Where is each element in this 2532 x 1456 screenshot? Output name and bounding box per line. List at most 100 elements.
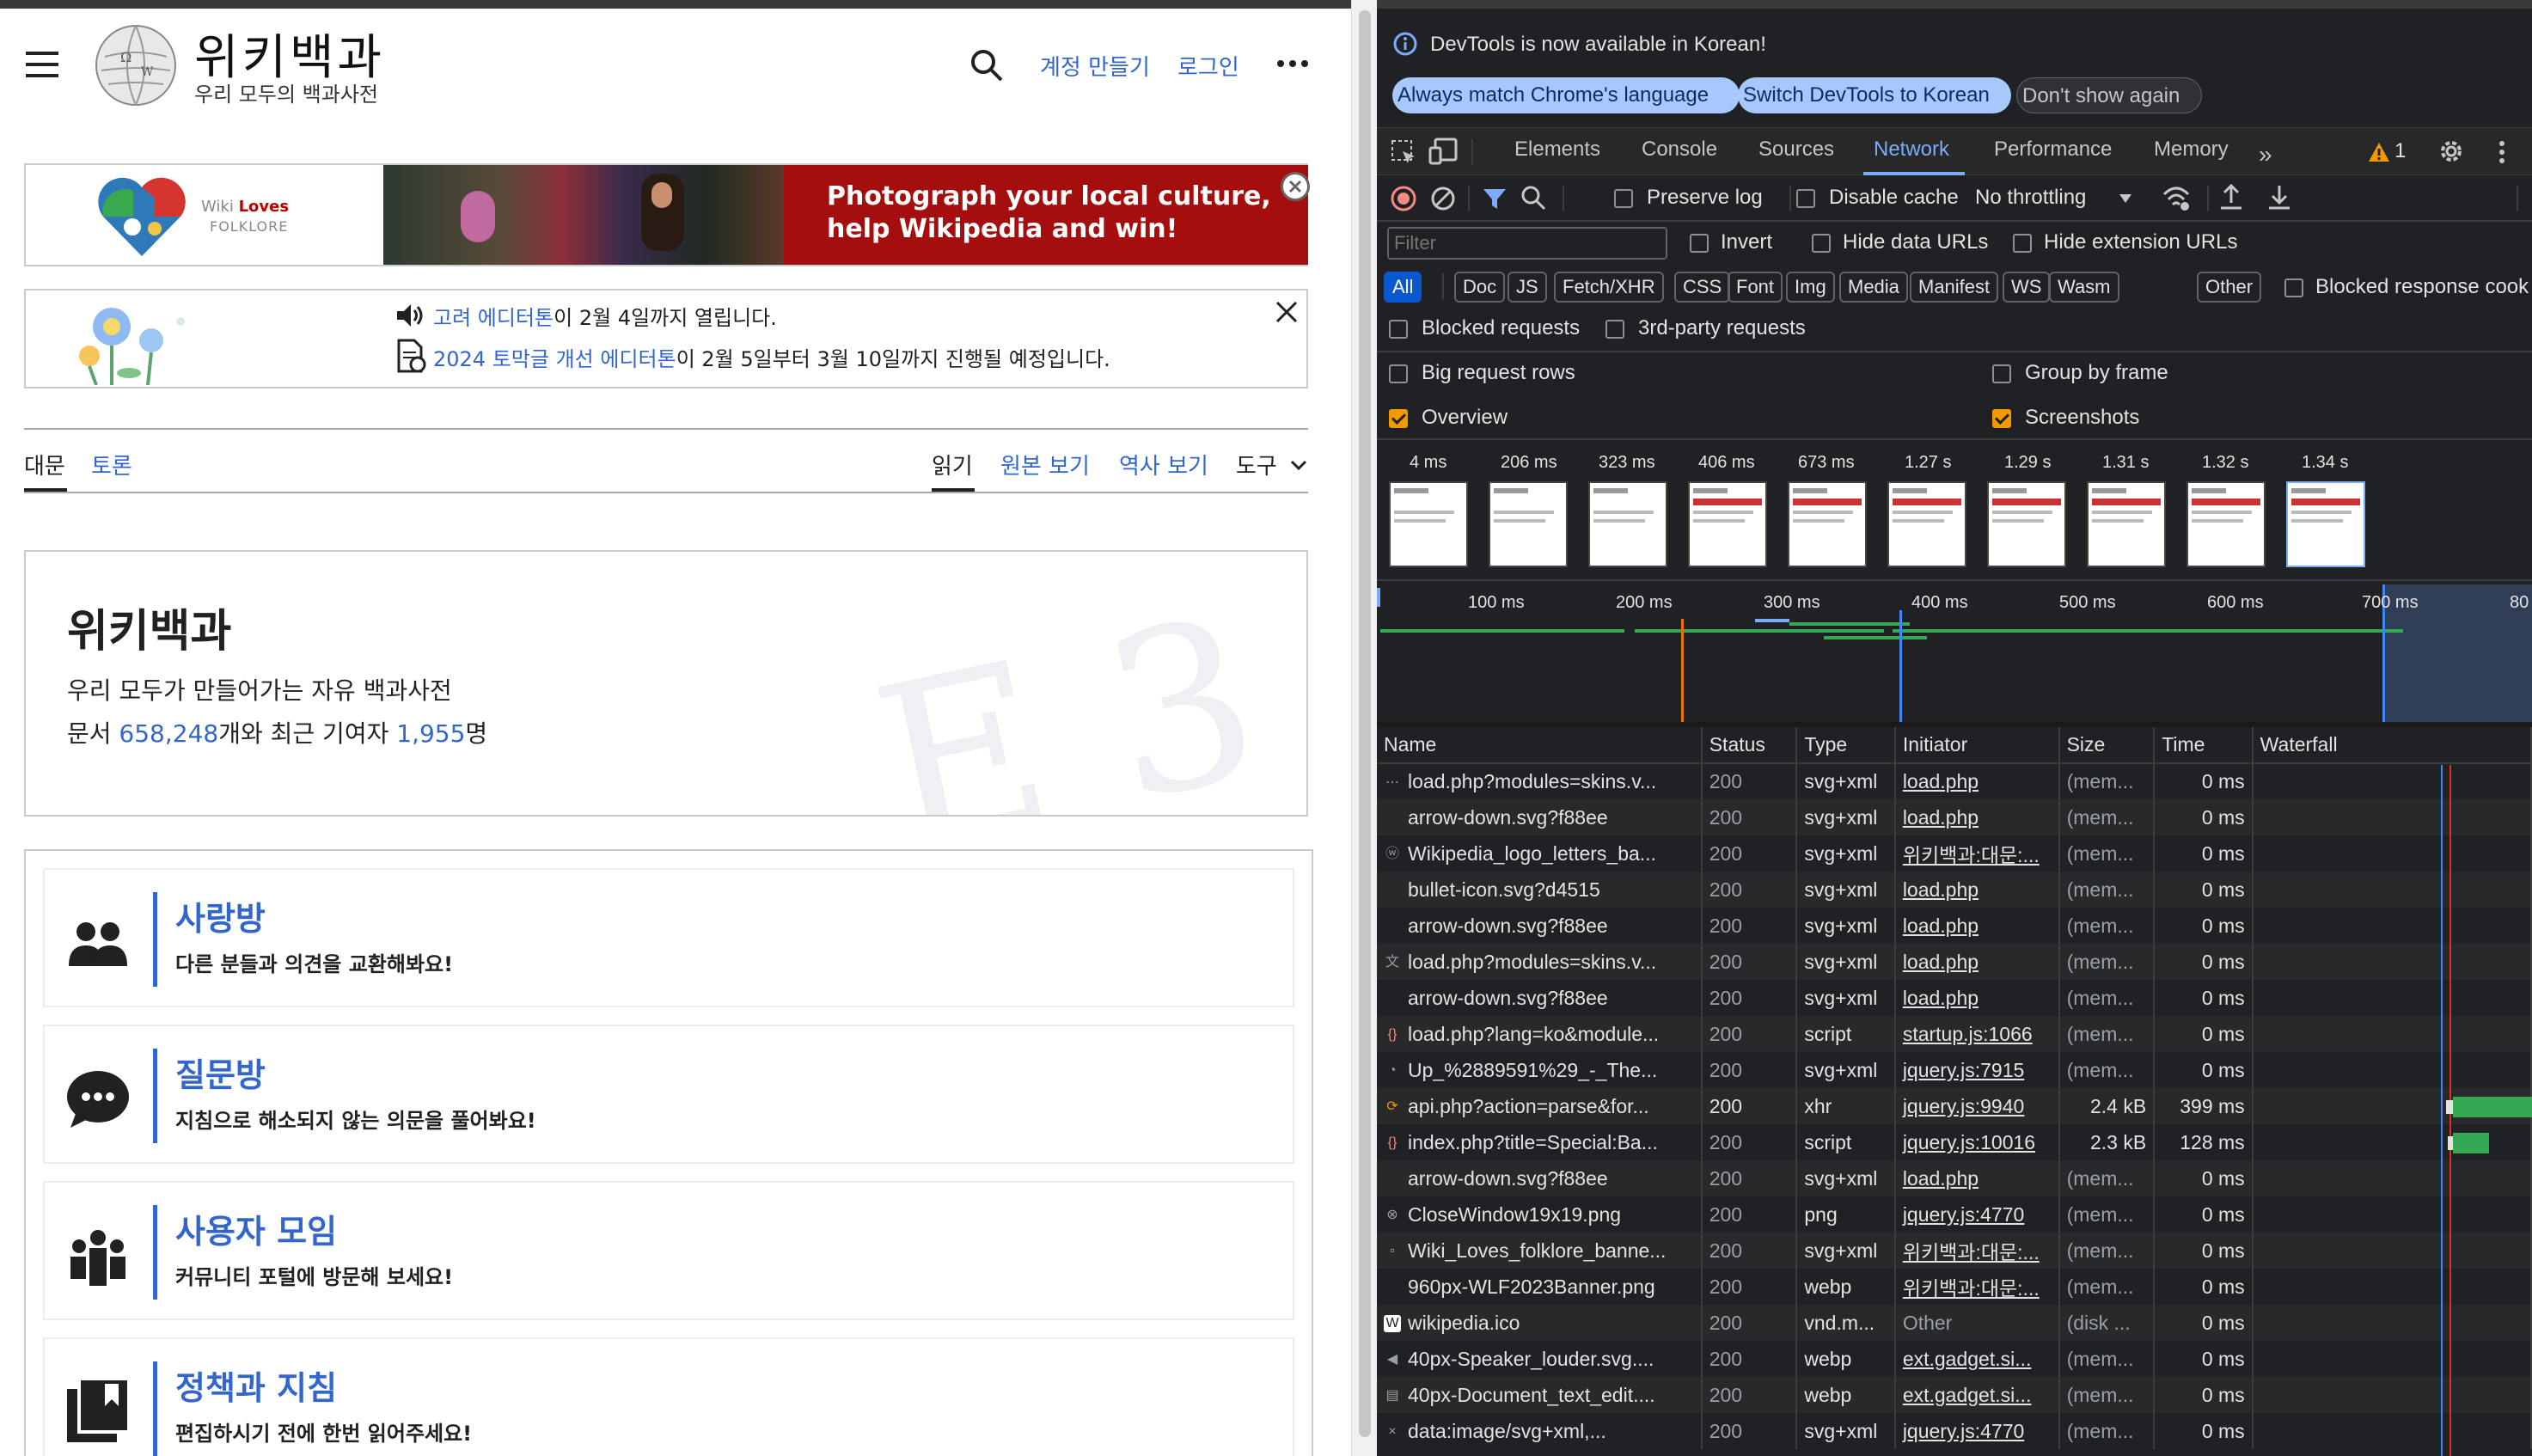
request-initiator[interactable]: load.php bbox=[1894, 908, 2060, 944]
request-name[interactable]: arrow-down.svg?f88ee bbox=[1377, 799, 1703, 835]
filmstrip-screenshot[interactable] bbox=[1887, 481, 1966, 567]
throttling-dropdown-icon[interactable] bbox=[2118, 193, 2133, 205]
table-row[interactable]: ⊗ CloseWindow19x19.png 200 png jquery.js:477… bbox=[1377, 1196, 2532, 1233]
table-row[interactable]: {} index.php?title=Special:Ba... 200 script… bbox=[1377, 1124, 2532, 1160]
community-card-user-groups[interactable]: 사용자 모임 커뮤니티 포털에 방문해 보세요! bbox=[43, 1181, 1294, 1320]
disable-cache-label[interactable]: Disable cache bbox=[1829, 186, 1959, 210]
card-title[interactable]: 사랑방 bbox=[175, 892, 266, 939]
request-name[interactable]: ◔ Up_%2889591%29_-_The... bbox=[1377, 1052, 1703, 1088]
request-name[interactable]: ⟳ api.php?action=parse&for... bbox=[1377, 1088, 1703, 1124]
filter-type-css[interactable]: CSS bbox=[1674, 272, 1731, 303]
filter-type-js[interactable]: JS bbox=[1508, 272, 1547, 303]
table-row[interactable]: ▫ Wiki_Loves_folklore_banne... 200 svg+xml 위… bbox=[1377, 1233, 2532, 1269]
disable-cache-checkbox[interactable] bbox=[1796, 189, 1815, 208]
request-initiator[interactable]: load.php bbox=[1894, 763, 2060, 799]
request-name[interactable]: × data:image/svg+xml,... bbox=[1377, 1413, 1703, 1449]
filter-type-all[interactable]: All bbox=[1384, 272, 1422, 303]
table-row[interactable]: bullet-icon.svg?d4515 200 svg+xml load.php(… bbox=[1377, 872, 2532, 908]
request-name[interactable]: ◀ 40px-Speaker_louder.svg.... bbox=[1377, 1341, 1703, 1377]
device-toolbar-icon[interactable] bbox=[1428, 138, 1458, 165]
request-initiator[interactable]: load.php bbox=[1894, 1160, 2060, 1196]
article-count-link[interactable]: 658,248 bbox=[119, 719, 218, 748]
filmstrip-screenshot[interactable] bbox=[1588, 481, 1667, 567]
search-icon[interactable] bbox=[1520, 184, 1547, 211]
banner-close-icon[interactable] bbox=[1281, 172, 1310, 201]
export-har-icon[interactable] bbox=[2267, 182, 2291, 211]
table-row[interactable]: ◔ Up_%2889591%29_-_The... 200 svg+xml jquery… bbox=[1377, 1052, 2532, 1088]
request-name[interactable]: ▫ Wiki_Loves_folklore_banne... bbox=[1377, 1233, 1703, 1269]
tab-main-page[interactable]: 대문 bbox=[24, 449, 65, 480]
column-header-initiator[interactable]: Initiator bbox=[1894, 727, 2060, 764]
tab-memory[interactable]: Memory bbox=[2154, 138, 2229, 162]
tab-history[interactable]: 역사 보기 bbox=[1119, 449, 1208, 480]
filter-type-ws[interactable]: WS bbox=[2003, 272, 2051, 303]
request-initiator[interactable]: Other bbox=[1894, 1305, 2060, 1341]
filmstrip-screenshot[interactable] bbox=[1788, 481, 1867, 567]
request-name[interactable]: bullet-icon.svg?d4515 bbox=[1377, 872, 1703, 908]
preserve-log-checkbox[interactable] bbox=[1614, 189, 1633, 208]
request-name[interactable]: ⊗ CloseWindow19x19.png bbox=[1377, 1196, 1703, 1233]
throttling-select[interactable]: No throttling bbox=[1975, 186, 2086, 210]
table-row[interactable]: 文 load.php?modules=skins.v... 200 svg+xml lo… bbox=[1377, 944, 2532, 980]
screenshots-checkbox[interactable] bbox=[1992, 409, 2011, 428]
table-row[interactable]: Wwikipedia.ico 200 vnd.m... Other (disk ... 0… bbox=[1377, 1305, 2532, 1341]
table-row[interactable]: ▤ 40px-Document_text_edit.... 200 webp ext.g… bbox=[1377, 1377, 2532, 1413]
invert-label[interactable]: Invert bbox=[1721, 230, 1772, 254]
clear-icon[interactable] bbox=[1430, 186, 1456, 211]
more-options-icon[interactable] bbox=[1275, 60, 1310, 69]
hide-extension-urls-label[interactable]: Hide extension URLs bbox=[2044, 230, 2237, 254]
table-row[interactable]: ⟳ api.php?action=parse&for... 200 xhr jquery… bbox=[1377, 1088, 2532, 1124]
blocked-requests-label[interactable]: Blocked requests bbox=[1422, 316, 1580, 340]
group-by-frame-checkbox[interactable] bbox=[1992, 364, 2011, 383]
column-header-status[interactable]: Status bbox=[1701, 727, 1798, 764]
more-tabs-icon[interactable]: » bbox=[2259, 141, 2272, 168]
request-name[interactable]: arrow-down.svg?f88ee bbox=[1377, 908, 1703, 944]
preserve-log-label[interactable]: Preserve log bbox=[1647, 186, 1763, 210]
import-har-icon[interactable] bbox=[2219, 182, 2243, 211]
filmstrip-screenshot[interactable] bbox=[2286, 481, 2365, 567]
request-name[interactable]: {} load.php?lang=ko&module... bbox=[1377, 1016, 1703, 1052]
always-match-language-button[interactable]: Always match Chrome's language bbox=[1392, 77, 1740, 113]
community-card-village-pump[interactable]: 사랑방 다른 분들과 의견을 교환해봐요! bbox=[43, 868, 1294, 1007]
table-row[interactable]: 960px-WLF2023Banner.png 200 webp 위키백과:대문:..… bbox=[1377, 1269, 2532, 1305]
warning-icon[interactable] bbox=[2367, 141, 2391, 163]
login-link[interactable]: 로그인 bbox=[1177, 50, 1239, 82]
hide-data-urls-checkbox[interactable] bbox=[1812, 234, 1831, 253]
request-initiator[interactable]: jquery.js:9940 bbox=[1894, 1088, 2060, 1124]
tab-tools[interactable]: 도구 bbox=[1236, 449, 1277, 480]
request-initiator[interactable]: 위키백과:대문:... bbox=[1894, 835, 2060, 872]
column-header-type[interactable]: Type bbox=[1796, 727, 1896, 764]
table-row[interactable]: × data:image/svg+xml,... 200 svg+xml jquery.… bbox=[1377, 1413, 2532, 1449]
tab-network[interactable]: Network bbox=[1874, 138, 1949, 162]
request-initiator[interactable]: jquery.js:4770 bbox=[1894, 1196, 2060, 1233]
filmstrip-screenshot[interactable] bbox=[2087, 481, 2166, 567]
create-account-link[interactable]: 계정 만들기 bbox=[1040, 50, 1150, 82]
request-name[interactable]: ⋯ load.php?modules=skins.v... bbox=[1377, 763, 1703, 799]
table-row[interactable]: {} load.php?lang=ko&module... 200 script sta… bbox=[1377, 1016, 2532, 1052]
request-initiator[interactable]: jquery.js:4770 bbox=[1894, 1413, 2060, 1449]
filter-type-manifest[interactable]: Manifest bbox=[1910, 272, 1999, 303]
filter-type-wasm[interactable]: Wasm bbox=[2049, 272, 2119, 303]
menu-hamburger-icon[interactable] bbox=[26, 52, 58, 77]
filmstrip-screenshot[interactable] bbox=[1688, 481, 1767, 567]
switch-to-korean-button[interactable]: Switch DevTools to Korean bbox=[1738, 77, 2011, 113]
filter-type-doc[interactable]: Doc bbox=[1454, 272, 1506, 303]
filter-type-media[interactable]: Media bbox=[1839, 272, 1908, 303]
request-initiator[interactable]: startup.js:1066 bbox=[1894, 1016, 2060, 1052]
request-name[interactable]: arrow-down.svg?f88ee bbox=[1377, 1160, 1703, 1196]
overview-checkbox[interactable] bbox=[1389, 409, 1408, 428]
warning-count[interactable]: 1 bbox=[2394, 139, 2406, 163]
table-row[interactable]: ⋯ load.php?modules=skins.v... 200 svg+xml lo… bbox=[1377, 763, 2532, 799]
notice-link-1[interactable]: 고려 에디터톤 bbox=[433, 306, 553, 330]
big-request-rows-label[interactable]: Big request rows bbox=[1422, 361, 1575, 385]
request-name[interactable]: ⓦ Wikipedia_logo_letters_ba... bbox=[1377, 835, 1703, 872]
hide-extension-urls-checkbox[interactable] bbox=[2013, 234, 2032, 253]
column-header-size[interactable]: Size bbox=[2058, 727, 2156, 764]
record-stop-icon[interactable] bbox=[1391, 186, 1416, 211]
wlf-banner[interactable]: Wiki Loves FOLKLORE Photograph your loca… bbox=[24, 163, 1310, 266]
tab-elements[interactable]: Elements bbox=[1514, 138, 1600, 162]
request-initiator[interactable]: load.php bbox=[1894, 799, 2060, 835]
page-scrollbar[interactable] bbox=[1351, 0, 1377, 1456]
request-initiator[interactable]: 위키백과:대문:... bbox=[1894, 1269, 2060, 1305]
request-name[interactable]: {} index.php?title=Special:Ba... bbox=[1377, 1124, 1703, 1160]
